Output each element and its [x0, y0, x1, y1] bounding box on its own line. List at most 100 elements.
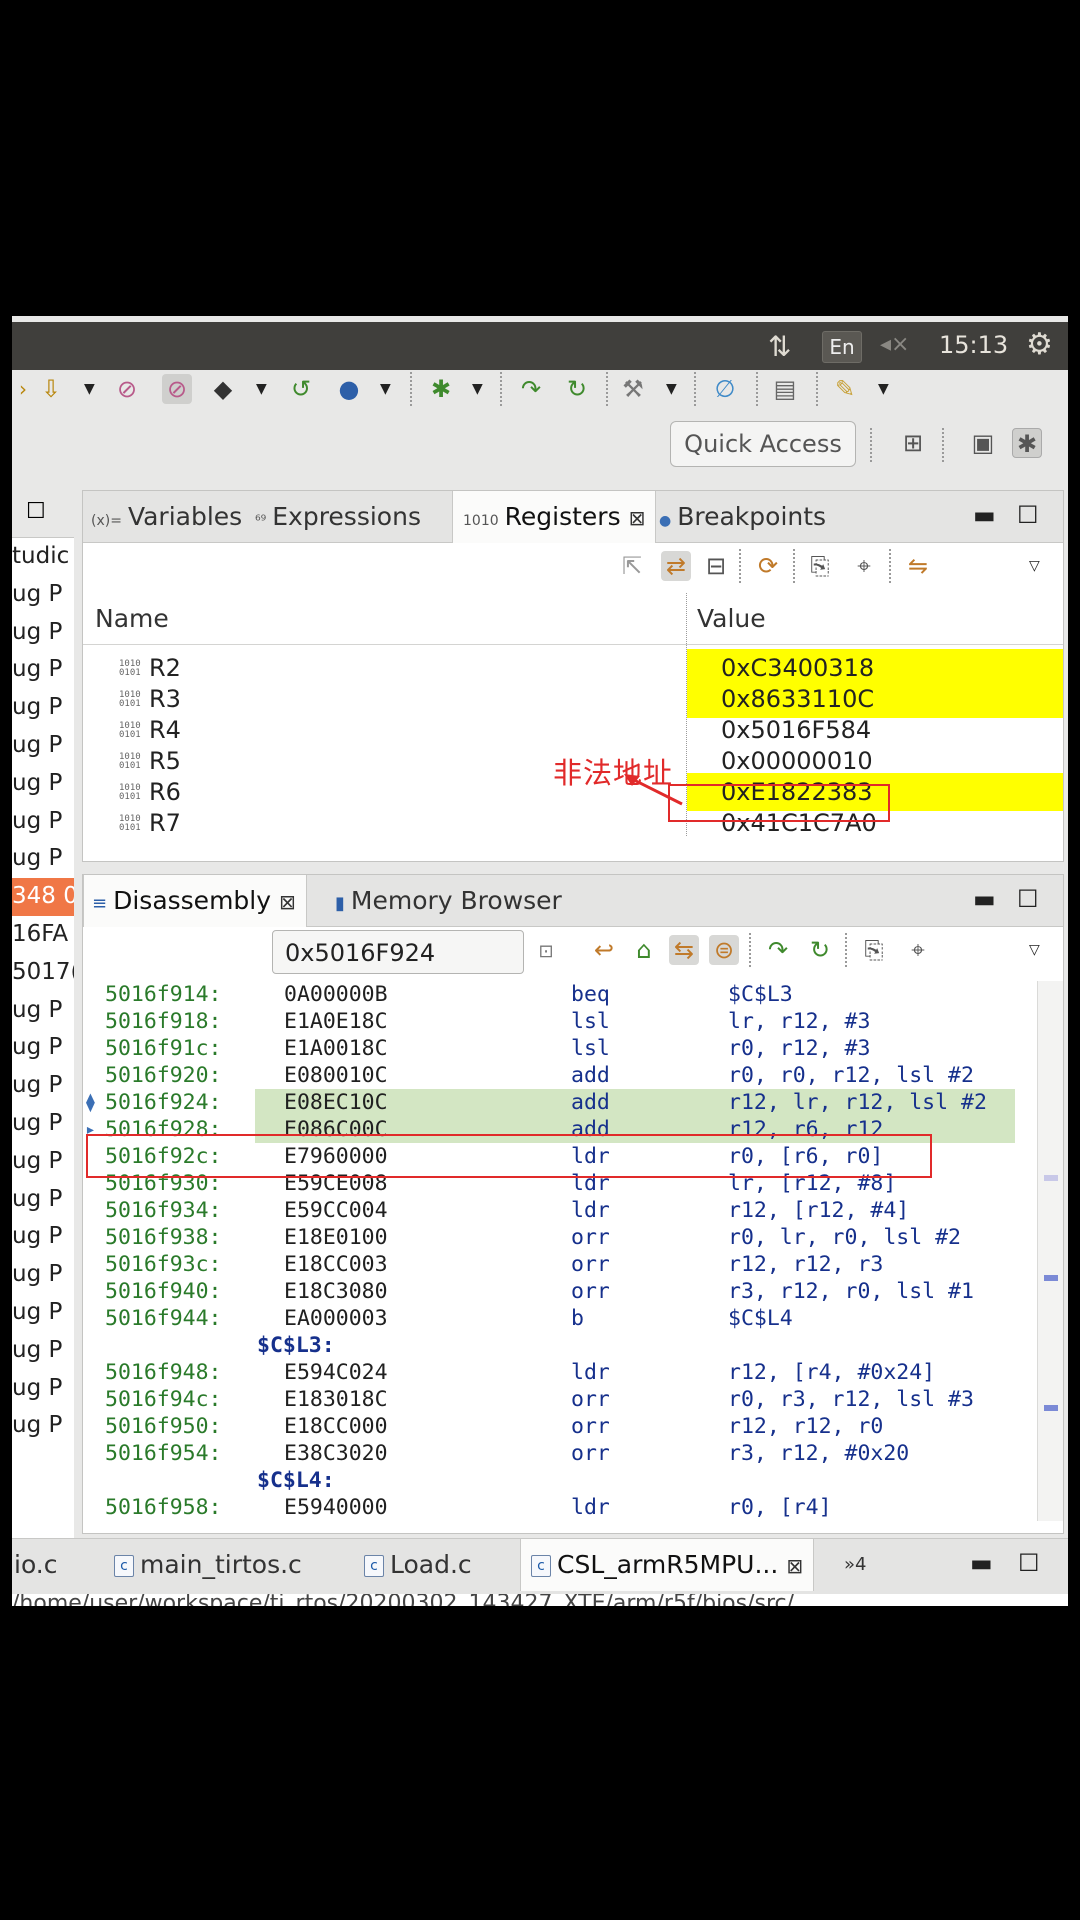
- chevron-down-icon[interactable]: ▼: [878, 374, 892, 404]
- explorer-item[interactable]: ug P: [12, 727, 74, 765]
- ruler-marker[interactable]: [1044, 1405, 1058, 1411]
- explorer-item[interactable]: 16FA: [12, 916, 74, 954]
- explorer-item[interactable]: ug P: [12, 1407, 74, 1445]
- skip-all-breakpoints-icon[interactable]: ⊘: [162, 374, 192, 404]
- tab-disassembly[interactable]: ≡ Disassembly ⊠: [83, 875, 307, 927]
- skip-breakpoints-icon[interactable]: ⊘: [112, 374, 142, 404]
- console-icon[interactable]: ▤: [770, 374, 800, 404]
- step-over-asm-icon[interactable]: ↷: [763, 935, 793, 965]
- explorer-item[interactable]: ug P: [12, 992, 74, 1030]
- explorer-item[interactable]: ug P: [12, 1143, 74, 1181]
- explorer-item[interactable]: ug P: [12, 1029, 74, 1067]
- tab-variables[interactable]: (x)= Variables: [87, 491, 242, 543]
- explorer-item[interactable]: ug P: [12, 1218, 74, 1256]
- power-gear-icon[interactable]: ⚙: [1026, 327, 1053, 362]
- explorer-item[interactable]: ug P: [12, 1181, 74, 1219]
- close-icon[interactable]: ⊠: [279, 890, 296, 914]
- clock[interactable]: 15:13: [939, 331, 1008, 359]
- disassembly-row[interactable]: 5016f918: E1A0E18C lsl lr, r12, #3: [83, 1008, 1043, 1035]
- link-source-icon[interactable]: ⇆: [669, 935, 699, 965]
- disassembly-row[interactable]: 5016f914: 0A00000B beq $C$L3: [83, 981, 1043, 1008]
- maximize-icon[interactable]: ☐: [12, 486, 74, 538]
- explorer-item[interactable]: tudic: [12, 538, 74, 576]
- go-address-icon[interactable]: ⊡: [531, 937, 561, 967]
- tab-csl-armr5mpu[interactable]: c CSL_armR5MPU... ⊠: [520, 1539, 815, 1591]
- explorer-item[interactable]: ug P: [12, 651, 74, 689]
- number-format-icon[interactable]: ⇄: [661, 551, 691, 581]
- chevron-down-icon[interactable]: ▼: [380, 374, 394, 404]
- download-icon[interactable]: ⇩: [36, 374, 66, 404]
- ruler-marker[interactable]: [1044, 1175, 1058, 1181]
- address-input[interactable]: 0x5016F924: [272, 930, 524, 974]
- disassembly-listing[interactable]: 5016f914: 0A00000B beq $C$L3 5016f918: E1A0E1…: [83, 981, 1043, 1521]
- chevron-right-icon[interactable]: ›: [8, 374, 38, 404]
- disassembly-row[interactable]: 5016f91c: E1A0018C lsl r0, r12, #3: [83, 1035, 1043, 1062]
- language-indicator[interactable]: En: [822, 331, 862, 363]
- disassembly-row[interactable]: 5016f94c: E183018C orr r0, r3, r12, lsl #3: [83, 1386, 1043, 1413]
- sync-icon[interactable]: ⇋: [903, 551, 933, 581]
- explorer-item[interactable]: ug P: [12, 689, 74, 727]
- disassembly-row[interactable]: 5016f950: E18CC000 orr r12, r12, r0: [83, 1413, 1043, 1440]
- explorer-item[interactable]: ug P: [12, 765, 74, 803]
- disassembly-row[interactable]: 5016f958: E5940000 ldr r0, [r4]: [83, 1494, 1043, 1521]
- chevron-down-icon[interactable]: ▼: [666, 374, 680, 404]
- explorer-item[interactable]: ug P: [12, 1105, 74, 1143]
- tab-main-tirtos-c[interactable]: c main_tirtos.c: [114, 1539, 302, 1591]
- explorer-item[interactable]: ug P: [12, 1256, 74, 1294]
- load-program-icon[interactable]: ◆: [208, 374, 238, 404]
- reload-icon[interactable]: ↺: [286, 374, 316, 404]
- network-transfer-icon[interactable]: ⇅: [768, 330, 791, 363]
- disassembly-row[interactable]: 5016f938: E18E0100 orr r0, lr, r0, lsl #2: [83, 1224, 1043, 1251]
- more-tabs[interactable]: »4: [844, 1539, 866, 1591]
- minimize-icon[interactable]: ▬: [973, 885, 996, 913]
- debug-bug-icon[interactable]: ✱: [426, 374, 456, 404]
- volume-muted-icon[interactable]: ◂×: [880, 332, 909, 357]
- minimize-icon[interactable]: ▬: [970, 1549, 993, 1577]
- disassembly-row[interactable]: 5016f954: E38C3020 orr r3, r12, #0x20: [83, 1440, 1043, 1467]
- open-perspective-icon[interactable]: ⊞: [898, 428, 928, 458]
- explorer-item[interactable]: ug P: [12, 803, 74, 841]
- chevron-down-icon[interactable]: ▼: [472, 374, 486, 404]
- explorer-item[interactable]: 5017(: [12, 954, 74, 992]
- quick-access-field[interactable]: Quick Access: [670, 421, 856, 467]
- step-over-icon[interactable]: ↷: [516, 374, 546, 404]
- tab-io-c[interactable]: io.c: [12, 1539, 58, 1591]
- tab-breakpoints[interactable]: ● Breakpoints: [659, 491, 826, 543]
- pin-view-icon[interactable]: ⌖: [903, 935, 933, 965]
- step-return-icon[interactable]: ↻: [562, 374, 592, 404]
- pin-icon[interactable]: ✎: [830, 374, 860, 404]
- show-source-icon[interactable]: ⊜: [709, 935, 739, 965]
- disassembly-row[interactable]: 5016f948: E594C024 ldr r12, [r4, #0x24]: [83, 1359, 1043, 1386]
- collapse-all-icon[interactable]: ⇱: [617, 551, 647, 581]
- maximize-icon[interactable]: ☐: [1017, 501, 1039, 529]
- column-value[interactable]: Value: [697, 593, 766, 645]
- disassembly-row[interactable]: ⧫ 5016f924: E08EC10C add r12, lr, r12, lsl #…: [83, 1089, 1043, 1116]
- clear-icon[interactable]: ∅: [710, 374, 740, 404]
- debug-perspective-icon[interactable]: ✱: [1012, 428, 1042, 458]
- tab-load-c[interactable]: c Load.c: [364, 1539, 472, 1591]
- disassembly-row[interactable]: 5016f940: E18C3080 orr r3, r12, r0, lsl #1: [83, 1278, 1043, 1305]
- disassembly-row[interactable]: 5016f93c: E18CC003 orr r12, r12, r3: [83, 1251, 1043, 1278]
- disassembly-label-row[interactable]: $C$L4:: [83, 1467, 1043, 1494]
- ruler-marker[interactable]: [1044, 1275, 1058, 1281]
- close-icon[interactable]: ⊠: [629, 506, 646, 530]
- layout-icon[interactable]: ⊟: [701, 551, 731, 581]
- disassembly-row[interactable]: 5016f920: E080010C add r0, r0, r12, lsl #2: [83, 1062, 1043, 1089]
- tab-memory-browser[interactable]: ▮ Memory Browser: [335, 875, 562, 927]
- explorer-item[interactable]: ug P: [12, 1067, 74, 1105]
- close-icon[interactable]: ⊠: [786, 1554, 803, 1578]
- explorer-item[interactable]: ug P: [12, 1370, 74, 1408]
- explorer-item[interactable]: ug P: [12, 1332, 74, 1370]
- disassembly-row[interactable]: 5016f944: EA000003 b $C$L4: [83, 1305, 1043, 1332]
- minimize-icon[interactable]: ▬: [973, 501, 996, 529]
- overview-ruler[interactable]: [1037, 981, 1063, 1521]
- disassembly-label-row[interactable]: $C$L3:: [83, 1332, 1043, 1359]
- home-icon[interactable]: ⌂: [629, 935, 659, 965]
- explorer-item[interactable]: ug P: [12, 840, 74, 878]
- maximize-icon[interactable]: ☐: [1018, 1549, 1040, 1577]
- explorer-item[interactable]: ug P: [12, 576, 74, 614]
- explorer-item[interactable]: 348 0: [12, 878, 74, 916]
- maximize-icon[interactable]: ☐: [1017, 885, 1039, 913]
- step-into-asm-icon[interactable]: ↻: [805, 935, 835, 965]
- tab-registers[interactable]: 1010 Registers ⊠: [452, 491, 657, 543]
